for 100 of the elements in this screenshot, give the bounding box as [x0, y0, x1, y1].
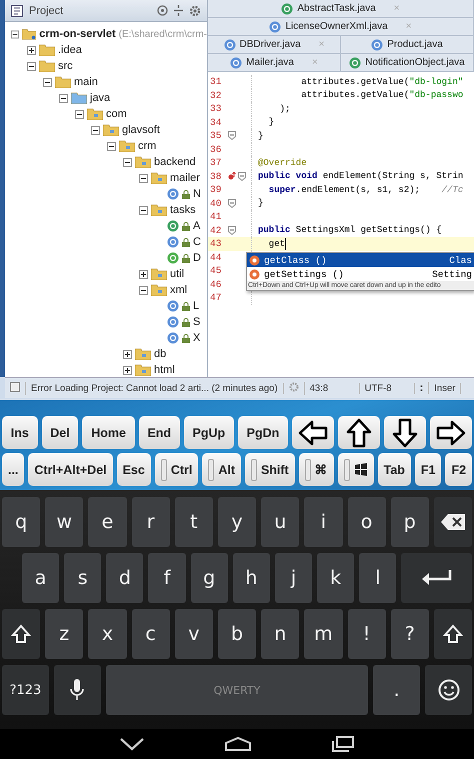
key-button[interactable]: PgDn [238, 416, 288, 449]
tree-item[interactable]: src [58, 60, 73, 72]
keyboard-key[interactable]: f [148, 553, 186, 603]
keyboard-key[interactable]: n [261, 609, 300, 659]
collapse-all-icon[interactable] [174, 5, 183, 16]
symbols-key[interactable]: ?123 [2, 665, 49, 715]
keyboard-key[interactable]: e [88, 497, 127, 547]
keyboard-key[interactable]: ! [348, 609, 386, 659]
arrow-key[interactable] [338, 416, 380, 449]
toggle-key[interactable]: Ctrl [154, 453, 198, 486]
fold-icon[interactable] [238, 172, 246, 181]
keyboard-key[interactable]: g [190, 553, 228, 603]
keyboard-key[interactable]: j [274, 553, 312, 603]
keyboard-key[interactable]: m [304, 609, 342, 659]
backspace-key[interactable] [434, 497, 472, 547]
tree-item[interactable]: backend [154, 156, 196, 168]
collapse-icon[interactable] [27, 62, 36, 70]
tree-item[interactable]: L [193, 300, 200, 312]
recent-apps-icon[interactable] [330, 736, 355, 752]
keyboard-key[interactable]: t [174, 497, 213, 547]
keyboard-key[interactable]: k [317, 553, 354, 603]
completion-item[interactable]: getClass () Clas [247, 253, 474, 267]
tree-item[interactable]: java [90, 92, 110, 104]
keyboard-key[interactable]: v [174, 609, 213, 659]
tree-item[interactable]: main [74, 76, 98, 88]
keyboard-key[interactable]: u [261, 497, 300, 547]
editor-tab[interactable]: Product.java [341, 36, 474, 53]
collapse-icon[interactable] [107, 142, 116, 150]
arrow-key[interactable] [384, 416, 426, 449]
keyboard-key[interactable]: ? [390, 609, 429, 659]
keyboard-key[interactable]: i [304, 497, 342, 547]
gear-icon[interactable] [189, 4, 201, 16]
toggle-key[interactable]: Alt [202, 453, 241, 486]
target-icon[interactable] [157, 5, 168, 16]
tree-item[interactable]: glavsoft [122, 124, 160, 136]
smiley-key[interactable] [425, 665, 472, 715]
expand-icon[interactable] [27, 46, 36, 54]
keyboard-key[interactable]: x [88, 609, 127, 659]
editor-tab[interactable]: LicenseOwnerXml.java × [208, 18, 474, 35]
tree-item[interactable]: .idea [58, 44, 82, 56]
editor-tab[interactable]: NotificationObject.java [341, 54, 474, 71]
key-button[interactable]: F2 [445, 453, 472, 486]
tree-item[interactable]: D [193, 252, 201, 264]
keyboard-key[interactable]: b [218, 609, 256, 659]
key-button[interactable]: ... [2, 453, 24, 486]
tree-item[interactable]: crm [138, 140, 156, 152]
shift-key[interactable] [2, 609, 40, 659]
collapse-icon[interactable] [123, 158, 132, 166]
key-button[interactable]: Tab [378, 453, 411, 486]
override-marker-icon[interactable] [228, 172, 236, 181]
keyboard-key[interactable]: d [106, 553, 144, 603]
arrow-key[interactable] [292, 416, 334, 449]
mic-key[interactable] [54, 665, 101, 715]
tree-item[interactable]: X [193, 332, 200, 344]
tree-item[interactable]: N [193, 188, 201, 200]
expand-icon[interactable] [139, 270, 148, 278]
windows-key[interactable] [338, 453, 374, 486]
home-icon[interactable] [224, 736, 252, 752]
keyboard-key[interactable]: . [373, 665, 420, 715]
keyboard-key[interactable]: p [390, 497, 429, 547]
expand-icon[interactable] [123, 350, 132, 358]
keyboard-key[interactable]: c [132, 609, 170, 659]
tree-item[interactable]: com [106, 108, 127, 120]
collapse-icon[interactable] [11, 30, 19, 38]
enter-key[interactable] [401, 553, 472, 603]
toggle-key[interactable]: Shift [244, 453, 295, 486]
tree-item[interactable]: util [170, 268, 184, 280]
fold-icon[interactable] [228, 198, 236, 208]
collapse-icon[interactable] [139, 286, 148, 294]
collapse-icon[interactable] [43, 78, 52, 86]
tree-item[interactable]: html [154, 364, 175, 376]
collapse-icon[interactable] [91, 126, 100, 134]
key-button[interactable]: Home [82, 416, 135, 449]
keyboard-key[interactable]: q [2, 497, 40, 547]
key-button[interactable]: End [138, 416, 180, 449]
key-button[interactable]: PgUp [184, 416, 234, 449]
checkbox-icon[interactable] [10, 382, 20, 392]
editor-tab[interactable]: DBDriver.java × [208, 36, 341, 53]
keyboard-key[interactable]: w [45, 497, 84, 547]
key-button[interactable]: Ins [2, 416, 38, 449]
completion-item[interactable]: getSettings () Setting [247, 267, 474, 281]
collapse-icon[interactable] [75, 110, 84, 118]
collapse-icon[interactable] [139, 206, 148, 214]
keyboard-key[interactable]: h [232, 553, 270, 603]
keyboard-key[interactable]: y [218, 497, 256, 547]
editor-tab[interactable]: Mailer.java × [208, 54, 341, 71]
key-button[interactable]: Del [42, 416, 78, 449]
expand-icon[interactable] [123, 366, 132, 374]
file-encoding[interactable]: UTF-8 [360, 382, 415, 394]
tree-item[interactable]: crm-on-servlet [39, 28, 116, 40]
key-button[interactable]: Ctrl+Alt+Del [28, 453, 113, 486]
back-icon[interactable] [119, 737, 146, 751]
keyboard-key[interactable]: l [359, 553, 396, 603]
tree-item[interactable]: tasks [170, 204, 196, 216]
arrow-key[interactable] [430, 416, 472, 449]
tree-item[interactable]: S [193, 316, 200, 328]
fold-icon[interactable] [228, 226, 236, 235]
tree-item[interactable]: xml [170, 284, 188, 296]
key-button[interactable]: Esc [116, 453, 151, 486]
keyboard-key[interactable]: r [132, 497, 170, 547]
